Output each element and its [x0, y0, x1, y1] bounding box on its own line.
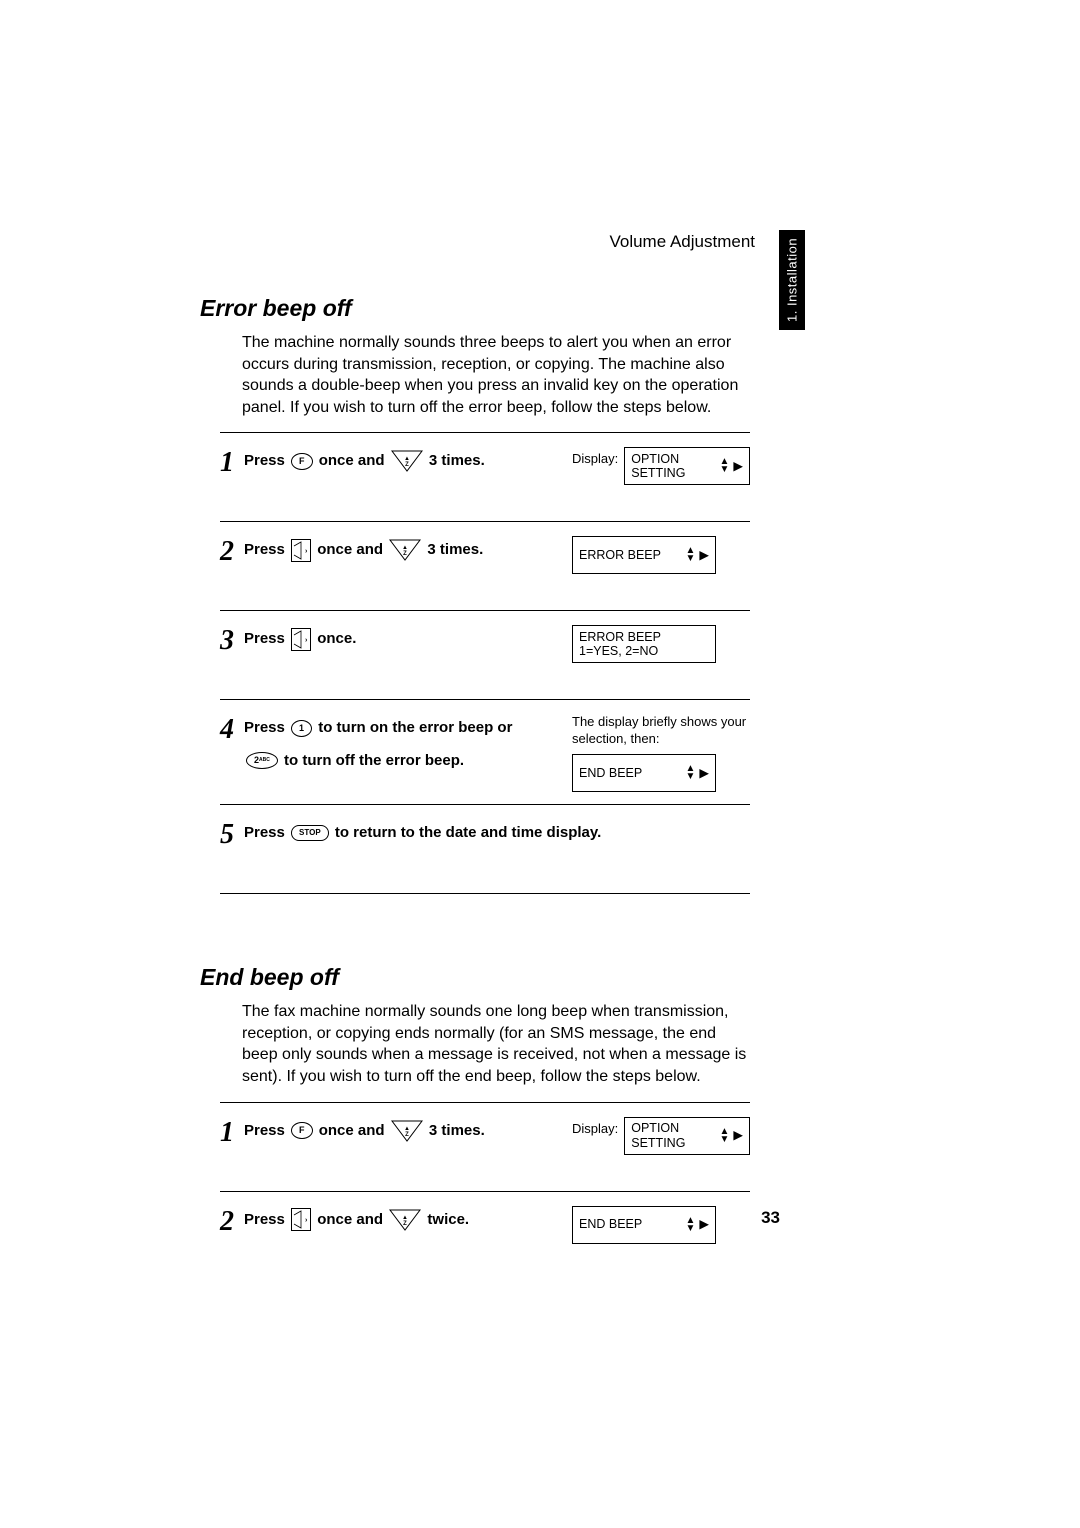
step-instruction: Press › once. — [244, 625, 572, 654]
step-instruction: Press 1 to turn on the error beep or 2AB… — [244, 714, 572, 779]
step-number: 2 — [220, 1208, 244, 1236]
nav-right-key-icon: › — [291, 628, 311, 651]
display-label: Display: — [572, 1121, 618, 1136]
step-instruction: Press F once and ▲Z 3 times. — [244, 1117, 572, 1146]
display-column: ERROR BEEP ▲▼▶ — [572, 536, 750, 574]
display-screen: ERROR BEEP ▲▼▶ — [572, 536, 716, 574]
svg-text:Z: Z — [405, 1132, 409, 1138]
f-key-icon: F — [291, 453, 313, 470]
screen-text: OPTION SETTING — [631, 452, 719, 481]
breadcrumb: Volume Adjustment — [609, 232, 755, 252]
display-screen: OPTION SETTING ▲▼▶ — [624, 447, 750, 485]
step-text: twice. — [427, 1211, 469, 1228]
side-tab-installation: 1. Installation — [779, 230, 805, 330]
step-text: once and — [319, 1122, 385, 1139]
step-row: 1 Press F once and ▲Z 3 times. Display: … — [220, 1102, 750, 1191]
display-screen: OPTION SETTING ▲▼▶ — [624, 1117, 750, 1155]
step-text: 3 times. — [429, 452, 485, 469]
two-key-icon: 2ABC — [246, 752, 278, 769]
step-number: 1 — [220, 449, 244, 477]
one-key-icon: 1 — [291, 720, 312, 737]
display-column: ERROR BEEP 1=YES, 2=NO — [572, 625, 750, 663]
step-row: 4 Press 1 to turn on the error beep or 2… — [220, 699, 750, 804]
page-number: 33 — [761, 1208, 780, 1228]
step-text: Press — [244, 541, 285, 558]
step-row: 5 Press STOP to return to the date and t… — [220, 804, 750, 893]
step-text: 3 times. — [429, 1122, 485, 1139]
step-text: once. — [317, 630, 356, 647]
step-text: Press — [244, 824, 285, 841]
step-number: 2 — [220, 538, 244, 566]
section2-steps: 1 Press F once and ▲Z 3 times. Display: … — [220, 1102, 750, 1280]
display-screen: ERROR BEEP 1=YES, 2=NO — [572, 625, 716, 663]
step-row: 2 Press › once and ▲Z 3 times. ERROR BEE… — [220, 521, 750, 610]
scroll-arrows-icon: ▲▼▶ — [685, 547, 709, 563]
screen-text: END BEEP — [579, 766, 642, 780]
step-text: Press — [244, 719, 285, 736]
step-number: 4 — [220, 716, 244, 744]
display-column: Display: OPTION SETTING ▲▼▶ — [572, 1117, 750, 1155]
section1-steps: 1 Press F once and ▲Z 3 times. Display: … — [220, 432, 750, 894]
step-text: once and — [319, 452, 385, 469]
scroll-arrows-icon: ▲▼▶ — [685, 1217, 709, 1233]
scroll-arrows-icon: ▲▼▶ — [719, 458, 743, 474]
step-text: Press — [244, 452, 285, 469]
scroll-arrows-icon: ▲▼▶ — [685, 765, 709, 781]
display-label: Display: — [572, 451, 618, 466]
display-screen: END BEEP ▲▼▶ — [572, 1206, 716, 1244]
step-row: 2 Press › once and ▲Z twice. END BEEP ▲▼… — [220, 1191, 750, 1280]
step-instruction: Press › once and ▲Z 3 times. — [244, 536, 572, 565]
step-number: 5 — [220, 821, 244, 849]
section1-intro: The machine normally sounds three beeps … — [242, 332, 750, 418]
screen-text: END BEEP — [579, 1217, 642, 1231]
svg-text:›: › — [305, 548, 308, 555]
f-key-icon: F — [291, 1122, 313, 1139]
step-text: once and — [317, 541, 383, 558]
nav-right-key-icon: › — [291, 539, 311, 562]
display-column: The display briefly shows your selection… — [572, 714, 750, 792]
section2-title: End beep off — [200, 964, 900, 991]
step-number: 1 — [220, 1119, 244, 1147]
screen-text: ERROR BEEP — [579, 548, 661, 562]
step-row: 3 Press › once. ERROR BEEP 1=YES, 2=NO — [220, 610, 750, 699]
screen-text: OPTION SETTING — [631, 1121, 719, 1150]
svg-text:›: › — [305, 637, 308, 644]
nav-right-key-icon: › — [291, 1208, 311, 1231]
step-instruction: Press STOP to return to the date and tim… — [244, 819, 750, 848]
display-column: END BEEP ▲▼▶ — [572, 1206, 750, 1244]
down-key-icon: ▲Z — [389, 1211, 421, 1229]
svg-text:Z: Z — [405, 462, 409, 468]
step-text: to turn on the error beep or — [318, 719, 512, 736]
step-number: 3 — [220, 627, 244, 655]
step-text: Press — [244, 1211, 285, 1228]
screen-text: ERROR BEEP — [579, 630, 661, 644]
step-text: to turn off the error beep. — [284, 752, 464, 769]
down-key-icon: ▲Z — [391, 1122, 423, 1140]
step-instruction: Press F once and ▲Z 3 times. — [244, 447, 572, 476]
step-text: to return to the date and time display. — [335, 824, 601, 841]
step-instruction: Press › once and ▲Z twice. — [244, 1206, 572, 1235]
section2-intro: The fax machine normally sounds one long… — [242, 1001, 750, 1087]
down-key-icon: ▲Z — [389, 541, 421, 559]
display-note: The display briefly shows your selection… — [572, 714, 750, 748]
screen-text: 1=YES, 2=NO — [579, 644, 658, 658]
step-text: Press — [244, 630, 285, 647]
svg-text:Z: Z — [403, 1221, 407, 1227]
scroll-arrows-icon: ▲▼▶ — [719, 1128, 743, 1144]
step-text: 3 times. — [427, 541, 483, 558]
svg-text:Z: Z — [403, 551, 407, 557]
step-row: 1 Press F once and ▲Z 3 times. Display: … — [220, 432, 750, 521]
svg-text:›: › — [305, 1217, 308, 1224]
display-screen: END BEEP ▲▼▶ — [572, 754, 716, 792]
display-column: Display: OPTION SETTING ▲▼▶ — [572, 447, 750, 485]
step-text: once and — [317, 1211, 383, 1228]
step-text: Press — [244, 1122, 285, 1139]
down-key-icon: ▲Z — [391, 452, 423, 470]
stop-key-icon: STOP — [291, 825, 329, 841]
